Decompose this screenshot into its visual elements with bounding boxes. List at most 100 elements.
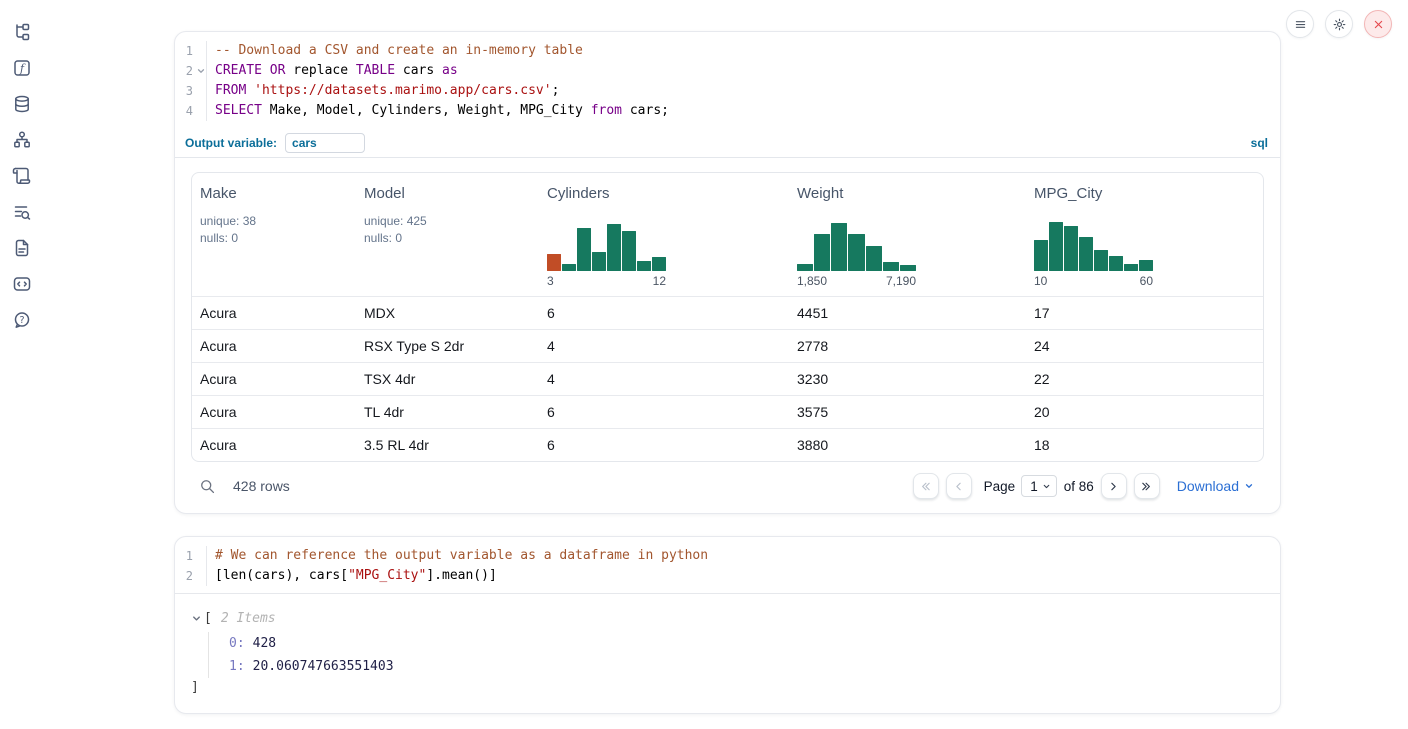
table-cell: Acura	[192, 437, 356, 453]
histogram-bar[interactable]	[900, 265, 916, 271]
code-token: -- Download a CSV and create an in-memor…	[215, 43, 583, 58]
sql-code-editor[interactable]: 1 -- Download a CSV and create an in-memo…	[175, 32, 1280, 128]
axis-max-label: 7,190	[886, 274, 916, 288]
histogram-axis: 1060	[1034, 274, 1153, 288]
table-row: AcuraTSX 4dr4323022	[192, 362, 1263, 395]
column-header-weight[interactable]: Weight1,8507,190	[789, 173, 1026, 296]
table-body: AcuraMDX6445117AcuraRSX Type S 2dr427782…	[192, 296, 1263, 461]
sidebar-item-documentation[interactable]	[8, 234, 36, 262]
python-code-editor[interactable]: 1# We can reference the output variable …	[175, 537, 1280, 594]
table-cell: 4451	[789, 305, 1026, 321]
histogram	[1034, 219, 1153, 271]
histogram-bar[interactable]	[547, 254, 561, 271]
line-number: 1	[175, 546, 206, 566]
variables-icon: f	[12, 58, 32, 78]
output-variable-input[interactable]	[285, 133, 365, 153]
histogram-bar[interactable]	[848, 234, 864, 271]
histogram-bar[interactable]	[831, 223, 847, 271]
histogram-bar[interactable]	[607, 224, 621, 271]
topbar	[1286, 10, 1392, 38]
first-page-button[interactable]	[913, 473, 939, 499]
histogram-bar[interactable]	[592, 252, 606, 271]
notebook-menu-button[interactable]	[1286, 10, 1314, 38]
sidebar-item-datasources[interactable]	[8, 90, 36, 118]
histogram-bar[interactable]	[797, 264, 813, 271]
settings-button[interactable]	[1325, 10, 1353, 38]
histogram-axis: 312	[547, 274, 666, 288]
documentation-icon	[12, 238, 32, 258]
code-token: from	[591, 103, 622, 118]
code-text[interactable]: -- Download a CSV and create an in-memor…	[206, 41, 1280, 61]
chevron-right-icon	[1107, 480, 1120, 493]
column-name: Weight	[797, 185, 1018, 202]
page-select[interactable]: 1	[1021, 475, 1057, 497]
column-name: MPG_City	[1034, 185, 1255, 202]
histogram-bar[interactable]	[1124, 264, 1138, 271]
histogram-bar[interactable]	[1034, 240, 1048, 271]
menu-icon	[1293, 17, 1308, 32]
histogram-bar[interactable]	[652, 257, 666, 271]
sidebar-item-help[interactable]: ?	[8, 306, 36, 334]
column-header-make[interactable]: Make unique: 38nulls: 0	[192, 173, 356, 296]
sidebar-item-dependency-graph[interactable]	[8, 126, 36, 154]
table-cell: 3.5 RL 4dr	[356, 437, 539, 453]
code-text[interactable]: # We can reference the output variable a…	[206, 546, 1280, 566]
line-number: 1	[175, 41, 206, 61]
histogram-bar[interactable]	[622, 231, 636, 271]
table-cell: 3880	[789, 437, 1026, 453]
histogram-bar[interactable]	[637, 261, 651, 271]
python-cell: 1# We can reference the output variable …	[174, 536, 1281, 714]
tree-entry-key: 0:	[229, 636, 245, 651]
tree-root-row: [ 2 Items	[191, 608, 1264, 628]
sidebar-item-variables[interactable]: f	[8, 54, 36, 82]
histogram-bar[interactable]	[562, 264, 576, 271]
histogram-bar[interactable]	[814, 234, 830, 271]
stat-line: nulls: 0	[200, 230, 348, 247]
table-row: AcuraTL 4dr6357520	[192, 395, 1263, 428]
histogram-bar[interactable]	[1049, 222, 1063, 271]
stat-line: unique: 38	[200, 213, 348, 230]
code-text[interactable]: SELECT Make, Model, Cylinders, Weight, M…	[206, 101, 1280, 121]
histogram-bar[interactable]	[577, 228, 591, 271]
download-button[interactable]: Download	[1177, 478, 1254, 494]
collapse-chevron-icon[interactable]	[191, 613, 202, 624]
shutdown-button[interactable]	[1364, 10, 1392, 38]
table-cell: 24	[1026, 338, 1263, 354]
prev-page-button[interactable]	[946, 473, 972, 499]
histogram-bar[interactable]	[1094, 250, 1108, 271]
histogram-bar[interactable]	[1064, 226, 1078, 271]
search-icon[interactable]	[199, 478, 216, 495]
output-variable-label: Output variable:	[185, 136, 277, 150]
code-text[interactable]: FROM 'https://datasets.marimo.app/cars.c…	[206, 81, 1280, 101]
code-token: FROM	[215, 83, 246, 98]
sidebar-item-snippets[interactable]	[8, 270, 36, 298]
histogram-bar[interactable]	[1109, 256, 1123, 271]
sidebar-item-scratchpad[interactable]	[8, 162, 36, 190]
last-page-button[interactable]	[1134, 473, 1160, 499]
table-cell: Acura	[192, 338, 356, 354]
sidebar-item-file-tree[interactable]	[8, 18, 36, 46]
histogram-bar[interactable]	[1139, 260, 1153, 271]
column-header-mpg_city[interactable]: MPG_City 1060	[1026, 173, 1263, 296]
next-page-button[interactable]	[1101, 473, 1127, 499]
histogram-bar[interactable]	[883, 262, 899, 271]
stat-line: nulls: 0	[364, 230, 531, 247]
sidebar-item-logs[interactable]	[8, 198, 36, 226]
column-header-cylinders[interactable]: Cylinders312	[539, 173, 789, 296]
table-row: Acura3.5 RL 4dr6388018	[192, 428, 1263, 461]
fold-chevron-icon[interactable]	[196, 66, 206, 76]
sql-cell-output: Makeunique: 38nulls: 0Modelunique: 425nu…	[175, 158, 1280, 513]
code-token: TABLE	[356, 63, 395, 78]
histogram-bar[interactable]	[1079, 237, 1093, 271]
column-header-model[interactable]: Modelunique: 425nulls: 0	[356, 173, 539, 296]
code-text[interactable]: CREATE OR replace TABLE cars as	[206, 61, 1280, 81]
code-text[interactable]: [len(cars), cars["MPG_City"].mean()]	[206, 566, 1280, 586]
histogram-bar[interactable]	[866, 246, 882, 271]
code-token: replace	[285, 63, 355, 78]
language-badge[interactable]: sql	[1251, 136, 1268, 150]
table-cell: 6	[539, 437, 789, 453]
sidebar: f?	[0, 0, 44, 729]
chevron-left-icon	[952, 480, 965, 493]
column-name: Make	[200, 185, 348, 202]
help-icon: ?	[12, 310, 32, 330]
